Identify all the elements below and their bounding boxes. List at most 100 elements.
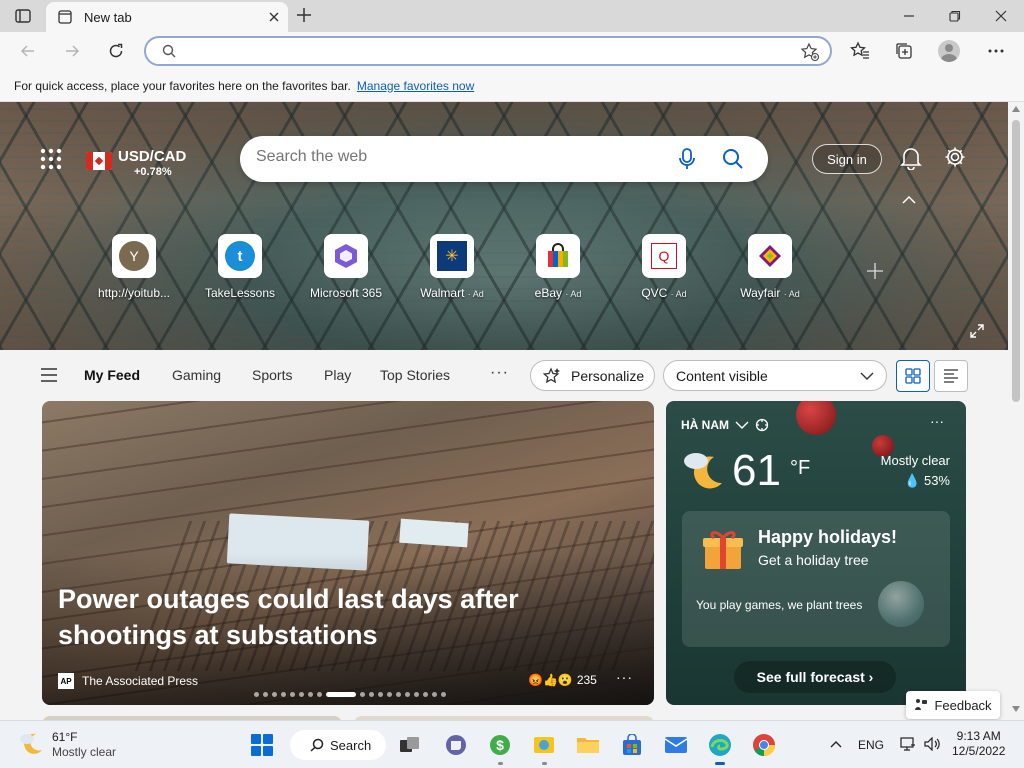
refresh-icon[interactable] bbox=[102, 37, 130, 65]
collapse-chevron-icon[interactable] bbox=[902, 196, 916, 204]
start-button[interactable] bbox=[248, 731, 276, 759]
feed-menu-icon[interactable] bbox=[40, 368, 58, 382]
settings-more-icon[interactable] bbox=[982, 37, 1010, 65]
moon-cloud-icon bbox=[20, 733, 42, 754]
store-icon[interactable] bbox=[618, 731, 646, 759]
walmart-icon: ✳ bbox=[430, 234, 474, 278]
page-scrollbar[interactable] bbox=[1008, 102, 1024, 720]
quick-link-tile[interactable]: ✳ Walmart · Ad bbox=[400, 234, 504, 300]
show-hidden-icons-chevron[interactable] bbox=[830, 740, 842, 748]
tab-top-stories[interactable]: Top Stories bbox=[380, 367, 450, 383]
app-launcher-icon[interactable] bbox=[40, 148, 62, 170]
tab-title: New tab bbox=[84, 9, 132, 25]
quick-link-tile[interactable]: Wayfair · Ad bbox=[718, 234, 822, 300]
holiday-promo[interactable]: Happy holidays! Get a holiday tree You p… bbox=[682, 511, 950, 647]
sign-in-button[interactable]: Sign in bbox=[812, 144, 882, 174]
web-search-box[interactable] bbox=[240, 136, 768, 182]
web-search-input[interactable] bbox=[256, 148, 656, 166]
personalize-button[interactable]: Personalize bbox=[530, 360, 655, 391]
tab-my-feed[interactable]: My Feed bbox=[84, 367, 140, 383]
quick-link-tile[interactable]: eBay · Ad bbox=[506, 234, 610, 300]
network-icon[interactable] bbox=[900, 737, 916, 751]
add-quick-link-icon[interactable] bbox=[866, 262, 884, 280]
language-indicator[interactable]: ENG bbox=[858, 738, 884, 752]
microsoft-365-icon bbox=[324, 234, 368, 278]
location-target-icon[interactable] bbox=[755, 418, 769, 432]
carousel-indicator[interactable] bbox=[254, 692, 446, 697]
file-explorer-icon[interactable] bbox=[574, 731, 602, 759]
scroll-down-icon[interactable] bbox=[1012, 706, 1020, 712]
weather-more-button[interactable]: ··· bbox=[930, 413, 944, 429]
weather-location[interactable]: HÀ NAM bbox=[681, 418, 769, 432]
tab-actions-icon[interactable] bbox=[14, 7, 32, 25]
weather-card[interactable]: HÀ NAM ··· 61 °F Mostly clear 💧 53% Happ… bbox=[666, 401, 966, 705]
system-clock[interactable]: 9:13 AM 12/5/2022 bbox=[952, 729, 1005, 759]
tile-icon: Y bbox=[112, 234, 156, 278]
quick-link-tile[interactable]: t TakeLessons bbox=[188, 234, 292, 300]
quick-link-tile[interactable]: Microsoft 365 bbox=[294, 234, 398, 300]
quick-link-tile[interactable]: Q QVC · Ad bbox=[612, 234, 716, 300]
taskbar-temp: 61°F bbox=[52, 730, 78, 744]
page-icon bbox=[58, 10, 72, 24]
minimize-icon[interactable] bbox=[886, 0, 932, 32]
more-tabs-button[interactable]: ··· bbox=[490, 364, 509, 382]
tree-bubble-icon bbox=[878, 581, 924, 627]
headline-more-button[interactable]: ··· bbox=[616, 669, 633, 685]
scrollbar-thumb[interactable] bbox=[1012, 120, 1020, 402]
grid-layout-button[interactable] bbox=[896, 360, 930, 392]
add-favorite-icon[interactable] bbox=[800, 42, 820, 62]
taskbar-search-label: Search bbox=[330, 737, 372, 753]
close-window-icon[interactable] bbox=[978, 0, 1024, 32]
page-settings-gear-icon[interactable] bbox=[944, 146, 966, 168]
see-forecast-button[interactable]: See full forecast › bbox=[734, 661, 896, 693]
volume-icon[interactable] bbox=[924, 737, 940, 751]
taskbar-weather-widget[interactable]: 61°F Mostly clear bbox=[18, 730, 116, 760]
scroll-up-icon[interactable] bbox=[1012, 106, 1020, 112]
headline-card[interactable]: Power outages could last days after shoo… bbox=[42, 401, 654, 705]
money-app-icon[interactable]: $ bbox=[486, 731, 514, 765]
image-viewer-icon[interactable] bbox=[530, 731, 558, 765]
forward-icon[interactable] bbox=[58, 37, 86, 65]
favorites-icon[interactable] bbox=[846, 37, 874, 65]
feedback-button[interactable]: Feedback bbox=[906, 691, 1000, 719]
personalize-icon bbox=[543, 366, 560, 383]
headline-source[interactable]: AP The Associated Press bbox=[58, 673, 198, 689]
tab-play[interactable]: Play bbox=[324, 367, 351, 383]
back-icon[interactable] bbox=[14, 37, 42, 65]
headline-title[interactable]: Power outages could last days after shoo… bbox=[58, 581, 578, 653]
tile-label: Walmart bbox=[420, 286, 465, 300]
humidity-value: 💧 53% bbox=[904, 473, 950, 488]
close-tab-icon[interactable] bbox=[260, 3, 288, 31]
microphone-icon[interactable] bbox=[678, 148, 696, 170]
reactions[interactable]: 😡👍😮 235 bbox=[528, 673, 597, 687]
content-visibility-select[interactable]: Content visible bbox=[663, 360, 887, 391]
new-tab-icon[interactable] bbox=[296, 7, 312, 23]
manage-favorites-link[interactable]: Manage favorites now bbox=[357, 79, 474, 93]
tab-sports[interactable]: Sports bbox=[252, 367, 292, 383]
tile-label: Microsoft 365 bbox=[309, 286, 383, 300]
teams-chat-icon[interactable] bbox=[442, 731, 470, 759]
notifications-bell-icon[interactable] bbox=[900, 146, 922, 170]
taskbar-search[interactable]: Search bbox=[290, 730, 386, 760]
reaction-emojis: 😡👍😮 bbox=[528, 673, 573, 687]
chrome-browser-icon[interactable] bbox=[750, 731, 778, 759]
quick-link-tile[interactable]: Y http://yoitub... bbox=[82, 234, 186, 300]
search-icon[interactable] bbox=[722, 148, 744, 170]
address-input[interactable] bbox=[186, 42, 786, 62]
task-view-icon[interactable] bbox=[396, 731, 424, 759]
mail-icon[interactable] bbox=[662, 731, 690, 759]
new-tab-page: USD/CAD +0.78% Sign in Y http://yoitub..… bbox=[0, 102, 1008, 720]
tab-new-tab[interactable]: New tab bbox=[46, 2, 288, 32]
expand-background-icon[interactable] bbox=[970, 324, 984, 338]
profile-avatar[interactable] bbox=[938, 40, 960, 62]
list-layout-button[interactable] bbox=[934, 360, 968, 392]
qvc-icon: Q bbox=[642, 234, 686, 278]
tab-gaming[interactable]: Gaming bbox=[172, 367, 221, 383]
ad-badge: · Ad bbox=[565, 289, 582, 299]
feedback-label: Feedback bbox=[934, 697, 992, 713]
edge-browser-icon[interactable] bbox=[706, 731, 734, 765]
collections-icon[interactable] bbox=[890, 37, 918, 65]
address-bar[interactable] bbox=[144, 36, 832, 66]
temperature-value: 61 bbox=[732, 446, 781, 495]
restore-icon[interactable] bbox=[932, 0, 978, 32]
